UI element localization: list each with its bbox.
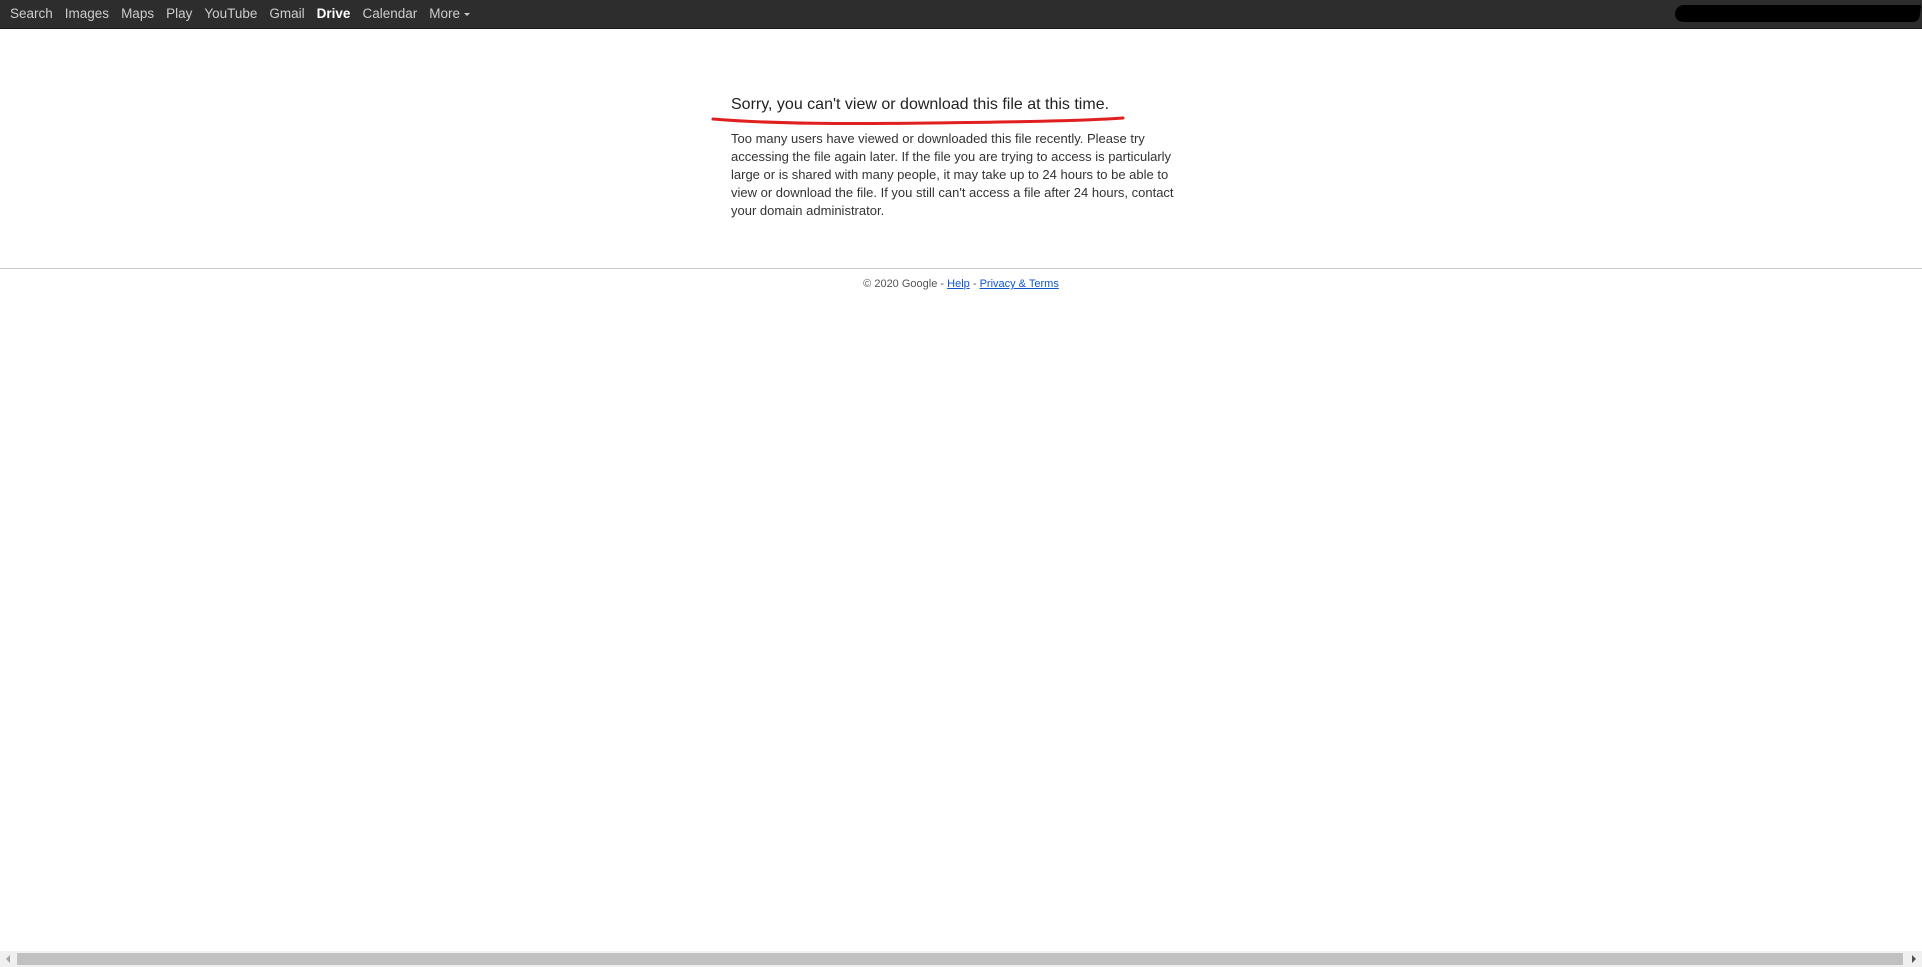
scrollbar-thumb[interactable] xyxy=(17,953,1903,965)
nav-more-label: More xyxy=(429,6,461,21)
nav-gmail[interactable]: Gmail xyxy=(263,0,310,28)
nav-maps[interactable]: Maps xyxy=(115,0,160,28)
help-link[interactable]: Help xyxy=(947,278,970,290)
nav-more-button[interactable]: More xyxy=(423,0,476,28)
redacted-account-area xyxy=(1673,5,1922,22)
nav-youtube[interactable]: YouTube xyxy=(198,0,263,28)
scroll-right-button[interactable] xyxy=(1906,951,1922,967)
error-title: Sorry, you can't view or download this f… xyxy=(731,96,1110,113)
nav-images[interactable]: Images xyxy=(59,0,115,28)
nav-play[interactable]: Play xyxy=(160,0,198,28)
footer-separator: - xyxy=(940,278,945,290)
red-underline-annotation xyxy=(711,116,1125,126)
arrow-left-icon xyxy=(6,955,10,963)
footer-separator-2: - xyxy=(972,278,977,290)
arrow-right-icon xyxy=(1912,955,1916,963)
scroll-left-button[interactable] xyxy=(0,951,16,967)
error-content: Sorry, you can't view or download this f… xyxy=(711,95,1181,220)
horizontal-scrollbar[interactable] xyxy=(0,951,1922,967)
nav-calendar[interactable]: Calendar xyxy=(356,0,423,28)
google-apps-nav: Search Images Maps Play YouTube Gmail Dr… xyxy=(0,0,476,28)
nav-drive[interactable]: Drive xyxy=(311,0,357,28)
footer-divider xyxy=(0,268,1922,269)
google-top-bar: Search Images Maps Play YouTube Gmail Dr… xyxy=(0,0,1922,29)
error-message: Too many users have viewed or downloaded… xyxy=(731,131,1174,218)
nav-search[interactable]: Search xyxy=(4,0,59,28)
copyright-text: © 2020 Google xyxy=(863,278,938,290)
privacy-terms-link[interactable]: Privacy & Terms xyxy=(980,278,1059,290)
chevron-down-icon xyxy=(464,12,471,16)
page-footer: © 2020 Google - Help - Privacy & Terms xyxy=(0,278,1922,290)
